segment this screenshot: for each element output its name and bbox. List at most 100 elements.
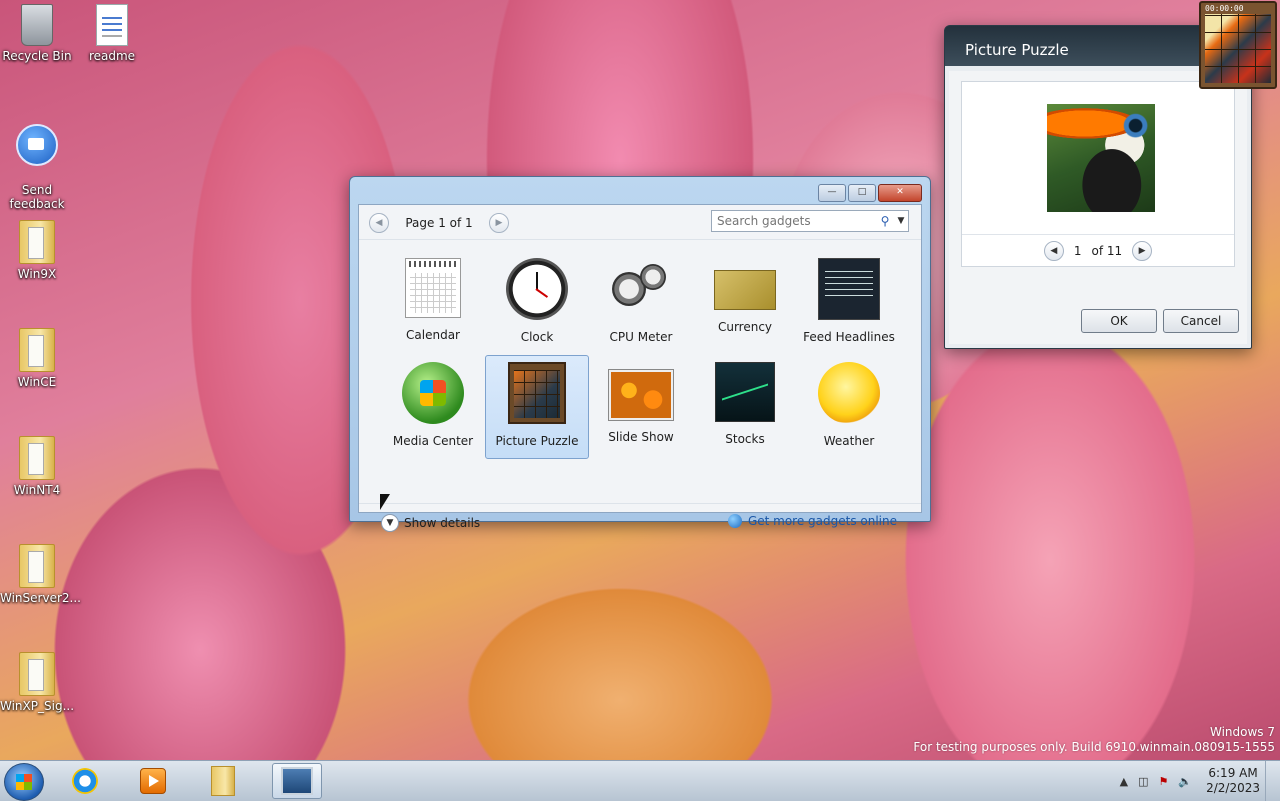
divider (359, 239, 921, 240)
desktop-icon-label: Win9X (17, 267, 57, 281)
feedback-icon (16, 124, 58, 166)
gadget-slide-show[interactable]: Slide Show (589, 355, 693, 459)
gadget-label: Slide Show (608, 430, 674, 444)
gadget-label: Stocks (725, 432, 765, 446)
desktop-icon-label: WinNT4 (13, 483, 61, 497)
search-box: ⚲ ▼ (711, 210, 909, 232)
gadget-stocks[interactable]: Stocks (693, 355, 797, 459)
desktop-icon-label: WinServer2... (0, 591, 81, 605)
gadget-picture-puzzle[interactable]: Picture Puzzle (485, 355, 589, 459)
show-desktop-button[interactable] (1265, 761, 1280, 801)
gadget-calendar[interactable]: Calendar (381, 251, 485, 355)
desktop-icon-recycle-bin[interactable]: Recycle Bin (0, 4, 74, 63)
cpu-meter-icon (610, 258, 672, 320)
gadget-label: Calendar (406, 328, 460, 342)
clock-date: 2/2/2023 (1206, 781, 1260, 795)
desktop-icon-label: readme (88, 49, 136, 63)
gadget-cpu-meter[interactable]: CPU Meter (589, 251, 693, 355)
gadget-grid: Calendar Clock CPU Meter Currency Feed H… (381, 251, 901, 459)
gadget-weather[interactable]: Weather (797, 355, 901, 459)
close-button[interactable]: ✕ (878, 184, 922, 202)
window-title: Picture Puzzle (965, 41, 1069, 59)
system-tray: ▲ ◫ ⚑ 🔈 6:19 AM 2/2/2023 (1120, 761, 1280, 801)
toucan-picture (1047, 104, 1155, 212)
clock-icon (506, 258, 568, 320)
taskbar-explorer[interactable] (198, 763, 248, 799)
gallery-content: ◀ Page 1 of 1 ▶ ⚲ ▼ Calendar Clock CPU M… (358, 204, 922, 532)
chevron-down-icon[interactable]: ▼ (894, 216, 908, 226)
feed-icon (818, 258, 880, 320)
maximize-button[interactable]: □ (848, 184, 876, 202)
gadget-label: Picture Puzzle (495, 434, 579, 448)
explorer-icon (211, 766, 235, 796)
ok-button[interactable]: OK (1081, 309, 1157, 333)
folder-icon (19, 220, 55, 264)
next-picture-button[interactable]: ▶ (1132, 241, 1153, 261)
desktop-icon-label: Send feedback (9, 183, 65, 211)
volume-muted-icon[interactable]: 🔈 (1178, 775, 1192, 788)
cancel-button[interactable]: Cancel (1163, 309, 1239, 333)
get-more-gadgets-label: Get more gadgets online (747, 514, 897, 528)
globe-icon (727, 514, 742, 528)
weather-icon (818, 362, 880, 424)
start-button[interactable] (4, 763, 44, 801)
desktop-icon-wince[interactable]: WinCE (0, 328, 74, 389)
network-icon[interactable]: ◫ (1138, 775, 1148, 788)
folder-icon (19, 652, 55, 696)
divider (359, 503, 921, 504)
next-page-button[interactable]: ▶ (489, 213, 509, 233)
build-watermark: Windows 7 For testing purposes only. Bui… (913, 725, 1275, 755)
desktop-icon-label: WinCE (17, 375, 57, 389)
puzzle-timer: 00:00:00 (1205, 4, 1244, 13)
previous-page-button[interactable]: ◀ (369, 213, 389, 233)
previous-picture-button[interactable]: ◀ (1043, 241, 1064, 261)
search-icon[interactable]: ⚲ (876, 214, 894, 228)
picture-puzzle-icon (508, 362, 566, 424)
pager: ◀ Page 1 of 1 ▶ (369, 213, 509, 233)
gadget-gallery-icon (281, 767, 313, 795)
settings-body: ◀ 1 of 11 ▶ OK Cancel (949, 71, 1247, 344)
gadget-currency[interactable]: Currency (693, 251, 797, 355)
taskbar-clock[interactable]: 6:19 AM 2/2/2023 (1206, 766, 1260, 796)
get-more-gadgets-link[interactable]: Get more gadgets online (727, 514, 897, 528)
media-center-icon (402, 362, 464, 424)
calendar-icon (405, 258, 461, 318)
desktop-icon-label: WinXP_Sig... (0, 699, 75, 713)
gadget-media-center[interactable]: Media Center (381, 355, 485, 459)
gadget-label: Media Center (392, 434, 474, 448)
chevron-down-icon: ▼ (381, 514, 399, 532)
internet-explorer-icon (72, 768, 98, 794)
show-details-toggle[interactable]: ▼ Show details (381, 514, 480, 532)
taskbar-media-player[interactable] (128, 763, 178, 799)
watermark-os: Windows 7 (1209, 725, 1275, 739)
taskbar: ▲ ◫ ⚑ 🔈 6:19 AM 2/2/2023 (0, 760, 1280, 801)
document-icon (96, 4, 128, 46)
show-details-label: Show details (404, 516, 481, 530)
gadget-label: Feed Headlines (803, 330, 895, 344)
search-input[interactable] (712, 214, 876, 228)
desktop-icon-label: Recycle Bin (2, 49, 72, 63)
picture-puzzle-gadget[interactable]: 00:00:00 (1199, 1, 1277, 89)
desktop-icon-send-feedback[interactable]: Send feedback (0, 110, 74, 225)
window-caption-buttons: — □ ✕ (818, 184, 922, 202)
desktop-icon-winnt4[interactable]: WinNT4 (0, 436, 74, 497)
desktop-icon-winserver[interactable]: WinServer2... (0, 544, 81, 605)
action-center-icon[interactable]: ⚑ (1159, 775, 1169, 788)
currency-icon (714, 270, 776, 310)
desktop-icon-winxp[interactable]: WinXP_Sig... (0, 652, 74, 713)
taskbar-gadget-gallery[interactable] (272, 763, 322, 799)
puzzle-tiles[interactable] (1205, 14, 1271, 83)
folder-icon (19, 544, 55, 588)
desktop-icon-win9x[interactable]: Win9X (0, 220, 74, 281)
picture-navigator: ◀ 1 of 11 ▶ (962, 234, 1234, 261)
taskbar-internet-explorer[interactable] (60, 763, 110, 799)
watermark-build: For testing purposes only. Build 6910.wi… (913, 740, 1275, 754)
gadget-clock[interactable]: Clock (485, 251, 589, 355)
show-hidden-icons-icon[interactable]: ▲ (1120, 775, 1128, 788)
slide-show-icon (609, 370, 673, 420)
mouse-cursor-icon (380, 494, 390, 510)
current-picture-number: 1 (1073, 244, 1082, 258)
desktop-icon-readme[interactable]: readme (75, 4, 149, 63)
minimize-button[interactable]: — (818, 184, 846, 202)
gadget-feed-headlines[interactable]: Feed Headlines (797, 251, 901, 355)
